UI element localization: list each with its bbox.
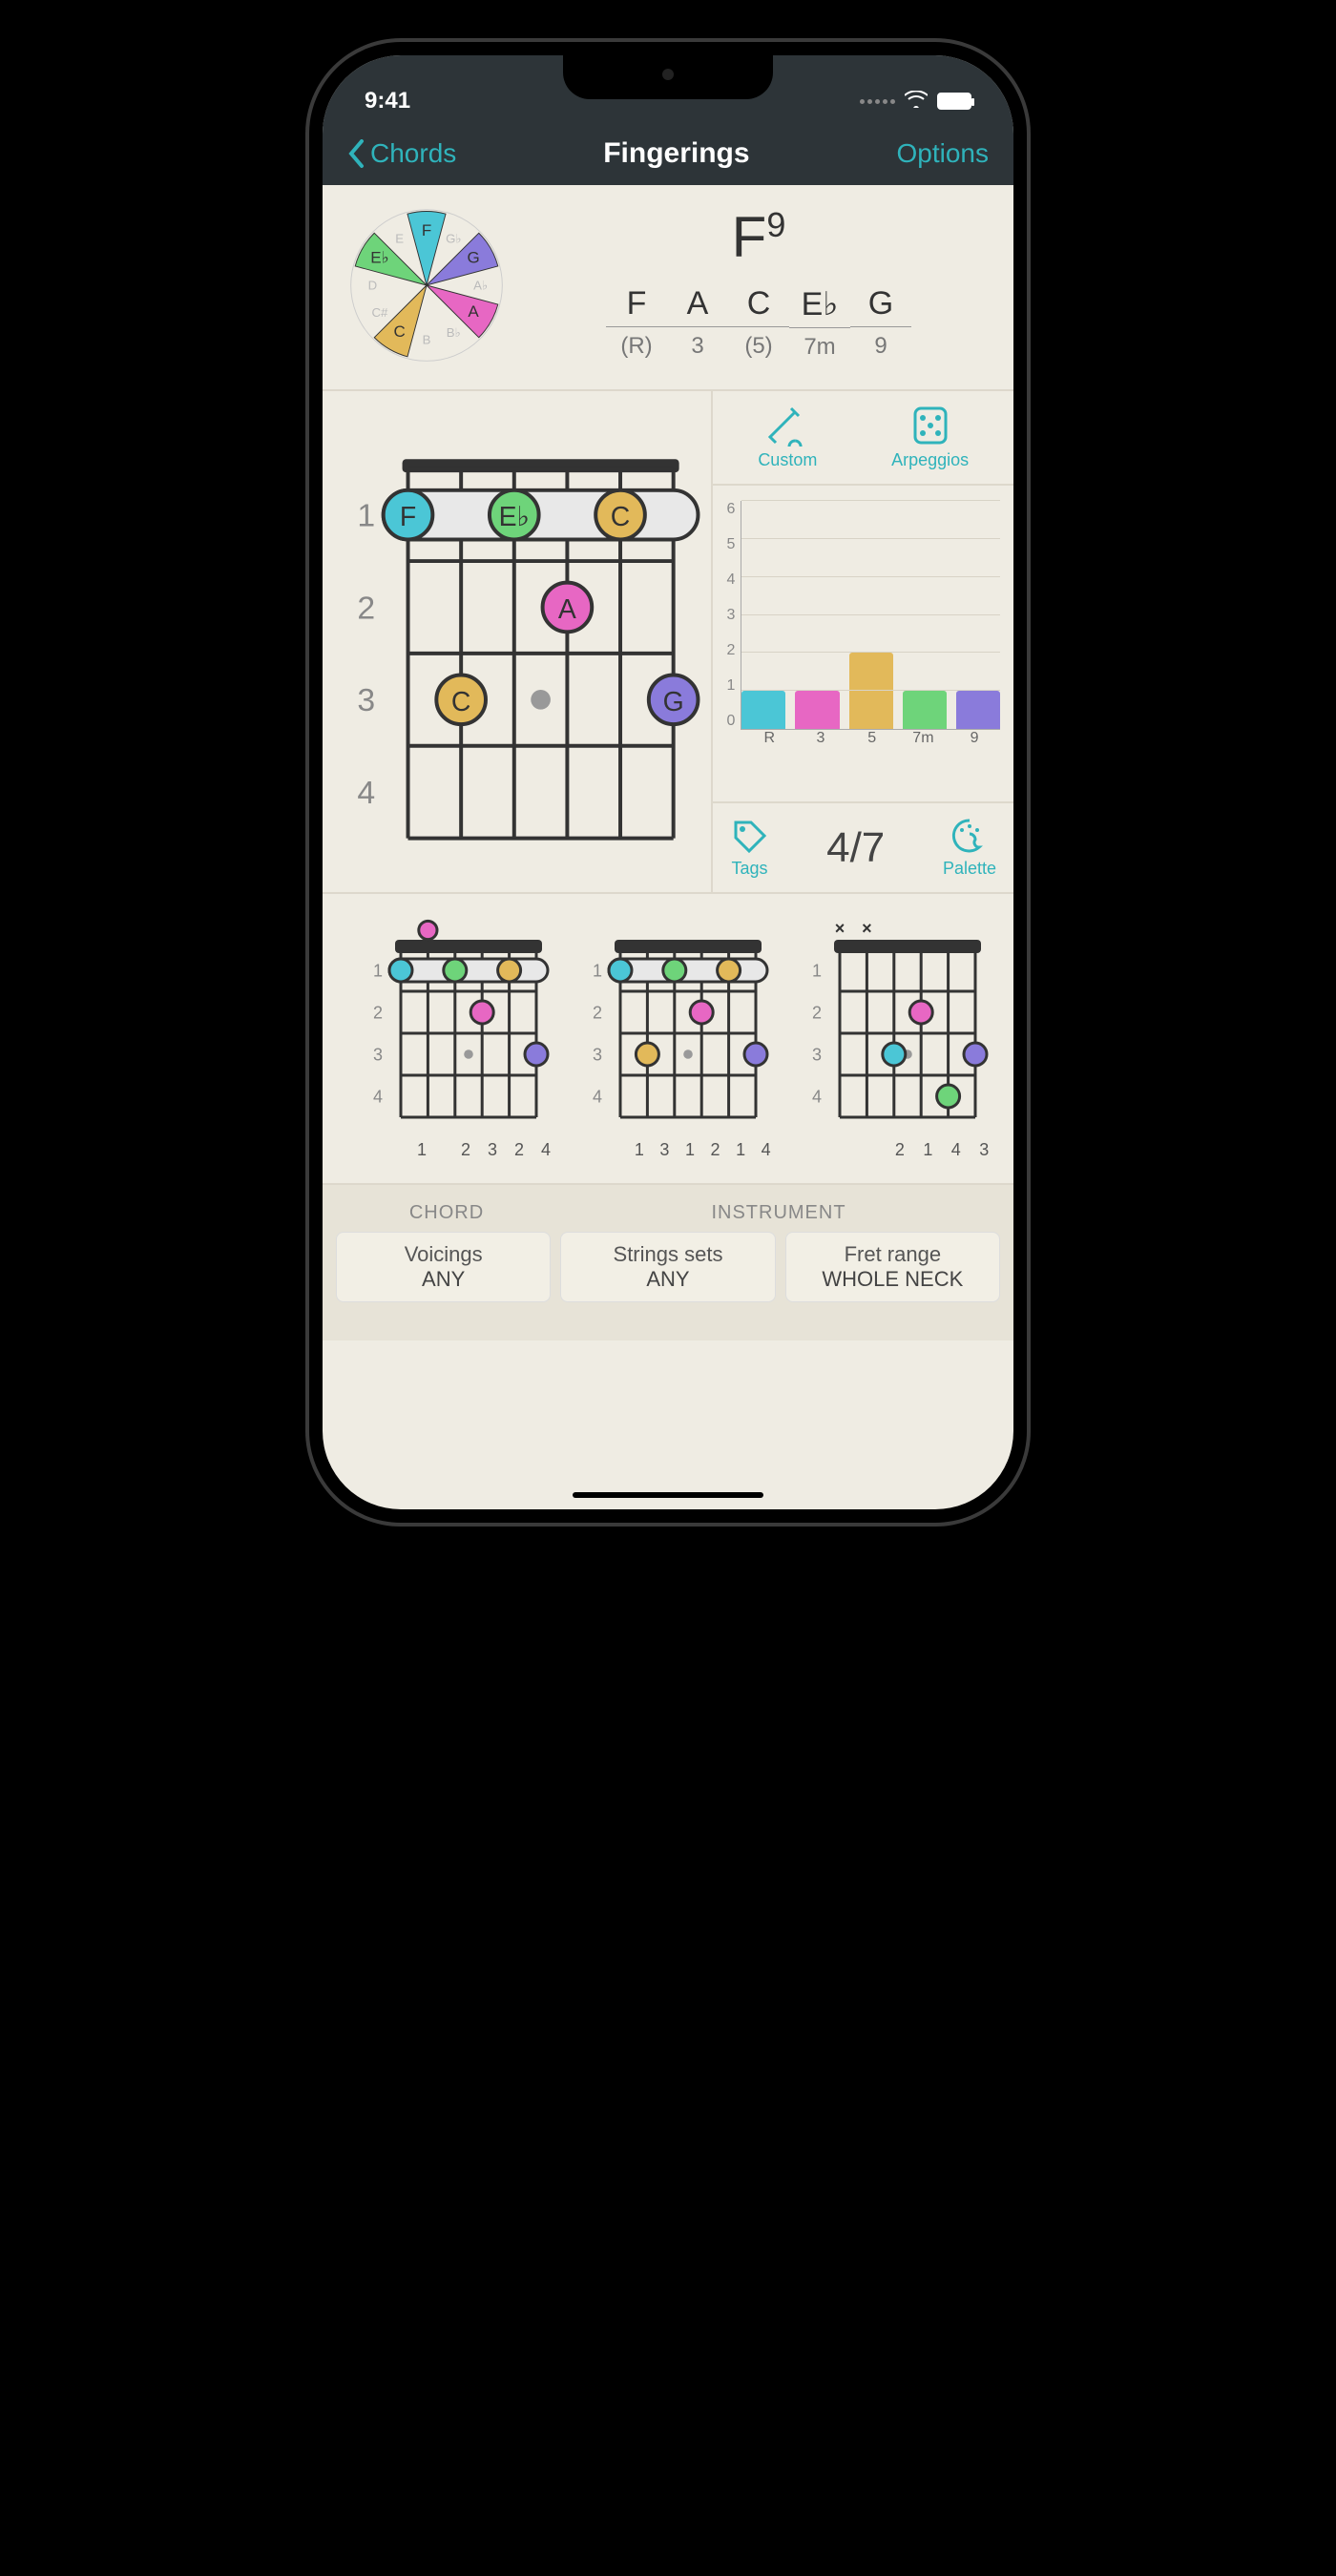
chord-notes-table: F(R)A3C(5)E♭7mG9 bbox=[527, 285, 991, 361]
palette-icon bbox=[950, 817, 989, 855]
svg-text:F: F bbox=[422, 221, 431, 239]
page-title: Fingerings bbox=[603, 137, 749, 170]
fingering-thumbnail[interactable]: 1234131214 bbox=[578, 917, 779, 1160]
svg-text:2: 2 bbox=[593, 1003, 602, 1022]
filter-bar: CHORD INSTRUMENT VoicingsANYStrings sets… bbox=[323, 1185, 1013, 1340]
filter-header-chord: CHORD bbox=[336, 1202, 557, 1224]
chart-bar bbox=[849, 653, 893, 729]
back-button[interactable]: Chords bbox=[347, 138, 456, 169]
home-indicator[interactable] bbox=[573, 1492, 763, 1498]
svg-text:C#: C# bbox=[371, 305, 388, 320]
filter-button[interactable]: VoicingsANY bbox=[336, 1232, 551, 1302]
position-indicator[interactable]: 4/7 bbox=[826, 824, 885, 872]
svg-text:F: F bbox=[400, 502, 416, 532]
svg-text:3: 3 bbox=[812, 1045, 822, 1064]
svg-text:C: C bbox=[451, 687, 471, 717]
svg-text:E♭: E♭ bbox=[370, 248, 388, 266]
chart-bar bbox=[795, 691, 839, 729]
chord-name: F9 bbox=[527, 204, 991, 270]
tools-icon bbox=[766, 405, 808, 447]
filter-button[interactable]: Fret rangeWHOLE NECK bbox=[785, 1232, 1000, 1302]
svg-text:2: 2 bbox=[357, 590, 375, 626]
note-count-chart: 6543210 R357m9 bbox=[713, 486, 1013, 803]
svg-text:4: 4 bbox=[357, 775, 375, 811]
fretboard-icon bbox=[909, 405, 951, 447]
chevron-left-icon bbox=[347, 139, 365, 168]
svg-text:4: 4 bbox=[593, 1087, 602, 1106]
svg-text:G♭: G♭ bbox=[446, 232, 462, 246]
svg-text:E♭: E♭ bbox=[499, 502, 530, 532]
svg-text:A♭: A♭ bbox=[473, 279, 488, 293]
svg-text:C: C bbox=[394, 322, 406, 341]
palette-button[interactable]: Palette bbox=[943, 817, 996, 879]
svg-text:3: 3 bbox=[373, 1045, 383, 1064]
svg-text:C: C bbox=[611, 502, 631, 532]
svg-text:1: 1 bbox=[593, 961, 602, 980]
fingering-thumbnails[interactable]: 12341232412341312141234××2143 bbox=[323, 894, 1013, 1185]
filter-header-instrument: INSTRUMENT bbox=[557, 1202, 1000, 1224]
svg-text:1: 1 bbox=[357, 497, 375, 533]
chart-bar bbox=[903, 691, 947, 729]
svg-text:2: 2 bbox=[373, 1003, 383, 1022]
svg-text:1: 1 bbox=[812, 961, 822, 980]
svg-text:×: × bbox=[835, 919, 845, 938]
svg-text:4: 4 bbox=[373, 1087, 383, 1106]
svg-text:B♭: B♭ bbox=[447, 325, 461, 340]
svg-text:G: G bbox=[467, 248, 479, 266]
svg-text:D: D bbox=[368, 279, 378, 293]
svg-text:2: 2 bbox=[812, 1003, 822, 1022]
fingering-thumbnail[interactable]: 1234××2143 bbox=[798, 917, 998, 1160]
chart-bar bbox=[956, 691, 1000, 729]
status-time: 9:41 bbox=[365, 88, 410, 114]
cell-signal-icon bbox=[860, 99, 895, 104]
options-button[interactable]: Options bbox=[896, 138, 989, 169]
navbar: Chords Fingerings Options bbox=[323, 122, 1013, 185]
svg-text:3: 3 bbox=[593, 1045, 602, 1064]
svg-text:G: G bbox=[663, 687, 684, 717]
fingering-thumbnail[interactable]: 123412324 bbox=[359, 917, 559, 1160]
custom-button[interactable]: Custom bbox=[758, 405, 817, 470]
chord-header: F G♭ G A♭ A B♭ B C C# D E♭ E F9 F(R)A3C(5)E♭7mG9 bbox=[323, 185, 1013, 391]
tags-button[interactable]: Tags bbox=[730, 817, 768, 879]
tag-icon bbox=[730, 817, 768, 855]
svg-text:A: A bbox=[558, 594, 576, 625]
svg-text:×: × bbox=[862, 919, 872, 938]
main-fretboard[interactable]: 1 2 3 4 F E♭ C A C G bbox=[323, 391, 711, 892]
svg-text:B: B bbox=[423, 332, 431, 346]
svg-text:1: 1 bbox=[373, 961, 383, 980]
arpeggios-button[interactable]: Arpeggios bbox=[891, 405, 969, 470]
chart-bar bbox=[741, 691, 785, 729]
wifi-icon bbox=[905, 89, 928, 114]
svg-text:3: 3 bbox=[357, 682, 375, 718]
svg-text:A: A bbox=[468, 302, 479, 321]
svg-text:E: E bbox=[395, 232, 404, 246]
battery-icon bbox=[937, 93, 971, 110]
svg-text:4: 4 bbox=[812, 1087, 822, 1106]
filter-button[interactable]: Strings setsANY bbox=[560, 1232, 775, 1302]
note-wheel[interactable]: F G♭ G A♭ A B♭ B C C# D E♭ E bbox=[345, 204, 508, 366]
